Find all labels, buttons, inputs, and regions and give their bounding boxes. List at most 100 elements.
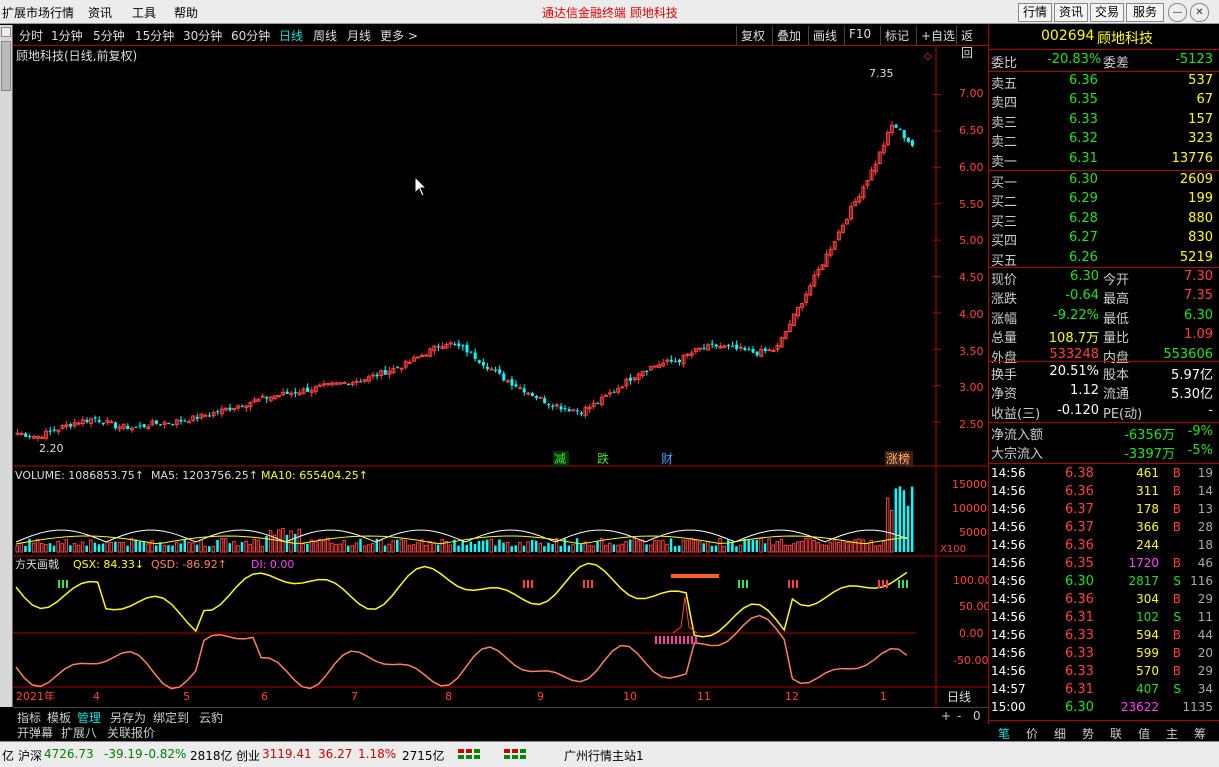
tab-1min[interactable]: 1分钟 bbox=[51, 27, 83, 44]
candle-body bbox=[76, 422, 81, 425]
sell-row[interactable]: 卖二 6.32 323 bbox=[991, 131, 1217, 150]
volume-bar bbox=[15, 545, 19, 553]
close-icon[interactable]: ✕ bbox=[1190, 3, 1209, 22]
detail-tab[interactable]: 笔 bbox=[998, 725, 1010, 742]
detail-tab[interactable]: 价 bbox=[1026, 725, 1038, 742]
news-button[interactable]: 资讯 bbox=[1054, 3, 1088, 22]
volume-bar bbox=[530, 539, 534, 552]
detail-tab[interactable]: 主 bbox=[1166, 725, 1178, 742]
flow-row[interactable]: 净流入额 -6356万 -9% bbox=[991, 424, 1217, 443]
tab-5min[interactable]: 5分钟 bbox=[93, 27, 125, 44]
flow-row[interactable]: 大宗流入 -3397万 -5% bbox=[991, 443, 1217, 462]
volume-bar bbox=[849, 541, 853, 553]
volume-bar bbox=[31, 542, 36, 553]
tab-intraday[interactable]: 分时 bbox=[19, 27, 43, 44]
index2-name[interactable]: 创业 bbox=[236, 747, 260, 764]
sell-row[interactable]: 卖四 6.35 67 bbox=[991, 92, 1217, 111]
volume-bar bbox=[154, 545, 158, 552]
detail-tab[interactable]: 联 bbox=[1110, 725, 1122, 742]
overlay-button[interactable]: 叠加 bbox=[772, 26, 805, 45]
draw-button[interactable]: 画线 bbox=[808, 26, 841, 45]
trade-button[interactable]: 交易 bbox=[1090, 3, 1124, 22]
candle-body bbox=[461, 345, 465, 347]
tab-daily[interactable]: 日线 bbox=[279, 27, 303, 44]
stat-row[interactable]: 总量 108.7万 量比 1.09 bbox=[991, 327, 1217, 347]
tab-15min[interactable]: 15分钟 bbox=[135, 27, 174, 44]
f10-button[interactable]: F10 bbox=[844, 26, 875, 45]
buy-row[interactable]: 买一 6.30 2609 bbox=[991, 172, 1217, 191]
marker-fall-text[interactable]: 跌 bbox=[597, 451, 609, 466]
stat-row[interactable]: 净资 1.12 流通 5.30亿 bbox=[991, 383, 1217, 402]
stat-row[interactable]: 换手 20.51% 股本 5.97亿 bbox=[991, 364, 1217, 383]
sell-level: 卖五 bbox=[991, 77, 1018, 92]
reset-button[interactable]: 0 bbox=[973, 709, 981, 723]
service-button[interactable]: 服务 bbox=[1126, 3, 1164, 22]
info-icon[interactable]: ◇ bbox=[924, 51, 932, 62]
stat-label: 总量 bbox=[991, 331, 1018, 347]
detail-tab[interactable]: 值 bbox=[1138, 725, 1150, 742]
buy-row[interactable]: 买四 6.27 830 bbox=[991, 230, 1217, 249]
signal-mark bbox=[66, 580, 68, 588]
quotes-button[interactable]: 行情 bbox=[1018, 3, 1052, 22]
left-scrollbar[interactable] bbox=[0, 25, 13, 707]
candle-body bbox=[763, 348, 767, 352]
stat-row[interactable]: 现价 6.30 今开 7.30 bbox=[991, 269, 1217, 288]
detail-tab[interactable]: 势 bbox=[1082, 725, 1094, 742]
qsd-label: QSD: -86.92↑ bbox=[151, 558, 227, 571]
tab-monthly[interactable]: 月线 bbox=[347, 27, 371, 44]
sell-row[interactable]: 卖五 6.36 537 bbox=[991, 73, 1217, 92]
menu-extended-market[interactable]: 扩展市场行情 bbox=[2, 4, 74, 21]
sell-row[interactable]: 卖三 6.33 157 bbox=[991, 112, 1217, 131]
buy-row[interactable]: 买三 6.28 880 bbox=[991, 211, 1217, 230]
volume-bar bbox=[824, 544, 829, 553]
tab-related-quotes[interactable]: 关联报价 bbox=[107, 724, 155, 741]
tab-extend[interactable]: 扩展八 bbox=[61, 724, 97, 741]
add-watchlist-button[interactable]: +自选 bbox=[916, 26, 959, 45]
tab-60min[interactable]: 60分钟 bbox=[231, 27, 270, 44]
detail-tab[interactable]: 筹 bbox=[1194, 725, 1206, 742]
volume-bar bbox=[126, 545, 129, 552]
chart-area[interactable]: 顾地科技(日线,前复权) 7.35 2.20 ◇ 7.00 6.50 6.00 … bbox=[13, 47, 988, 707]
volume-bar bbox=[469, 541, 473, 552]
tick-count: 116 bbox=[1190, 574, 1213, 588]
volume-bar bbox=[738, 544, 743, 553]
volume-bar bbox=[775, 540, 780, 553]
candle-body bbox=[187, 421, 192, 424]
stat-row[interactable]: 涨幅 -9.22% 最低 6.30 bbox=[991, 308, 1217, 327]
index1-name[interactable]: 沪深 bbox=[18, 747, 42, 764]
adjust-button[interactable]: 复权 bbox=[736, 26, 769, 45]
menu-help[interactable]: 帮助 bbox=[174, 4, 198, 21]
indicator-name[interactable]: 方天画戟 bbox=[15, 557, 59, 571]
volume-bar bbox=[857, 538, 861, 553]
stat-row[interactable]: 涨跌 -0.64 最高 7.35 bbox=[991, 288, 1217, 308]
server-status[interactable]: 广州行情主站1 bbox=[564, 747, 644, 764]
stat-row[interactable]: 收益(三) -0.120 PE(动) - bbox=[991, 403, 1217, 422]
marker-finance-text[interactable]: 财 bbox=[661, 452, 673, 466]
sell-row[interactable]: 卖一 6.31 13776 bbox=[991, 151, 1217, 170]
zoom-out-button[interactable]: - bbox=[957, 709, 961, 723]
tick-row: 14:56 6.33 570 B 29 bbox=[991, 664, 1217, 682]
scroll-up-icon[interactable] bbox=[1, 27, 11, 37]
tab-danmaku[interactable]: 开弹幕 bbox=[17, 724, 53, 741]
candle-body bbox=[126, 425, 130, 430]
volume-bar bbox=[72, 543, 77, 553]
back-button[interactable]: 返回 bbox=[956, 26, 988, 60]
volume-bar bbox=[317, 539, 322, 553]
buy-row[interactable]: 买五 6.26 5219 bbox=[991, 250, 1217, 269]
scroll-thumb[interactable] bbox=[1, 41, 11, 91]
candle-body bbox=[85, 419, 89, 423]
weibi-value: -20.83% bbox=[1047, 52, 1102, 67]
menu-tools[interactable]: 工具 bbox=[132, 4, 156, 21]
stat-label: 最高 bbox=[1103, 292, 1130, 308]
buy-row[interactable]: 买二 6.29 199 bbox=[991, 191, 1217, 210]
tab-30min[interactable]: 30分钟 bbox=[183, 27, 222, 44]
mark-button[interactable]: 标记 bbox=[880, 26, 913, 45]
minimize-icon[interactable]: — bbox=[1168, 3, 1187, 22]
period-label[interactable]: 日线 bbox=[947, 690, 971, 704]
menu-news[interactable]: 资讯 bbox=[88, 4, 112, 21]
tab-weekly[interactable]: 周线 bbox=[313, 27, 337, 44]
tab-more[interactable]: 更多 > bbox=[380, 27, 418, 44]
tick-side: B bbox=[1172, 466, 1181, 480]
zoom-in-button[interactable]: + bbox=[941, 709, 951, 723]
detail-tab[interactable]: 细 bbox=[1054, 725, 1066, 742]
